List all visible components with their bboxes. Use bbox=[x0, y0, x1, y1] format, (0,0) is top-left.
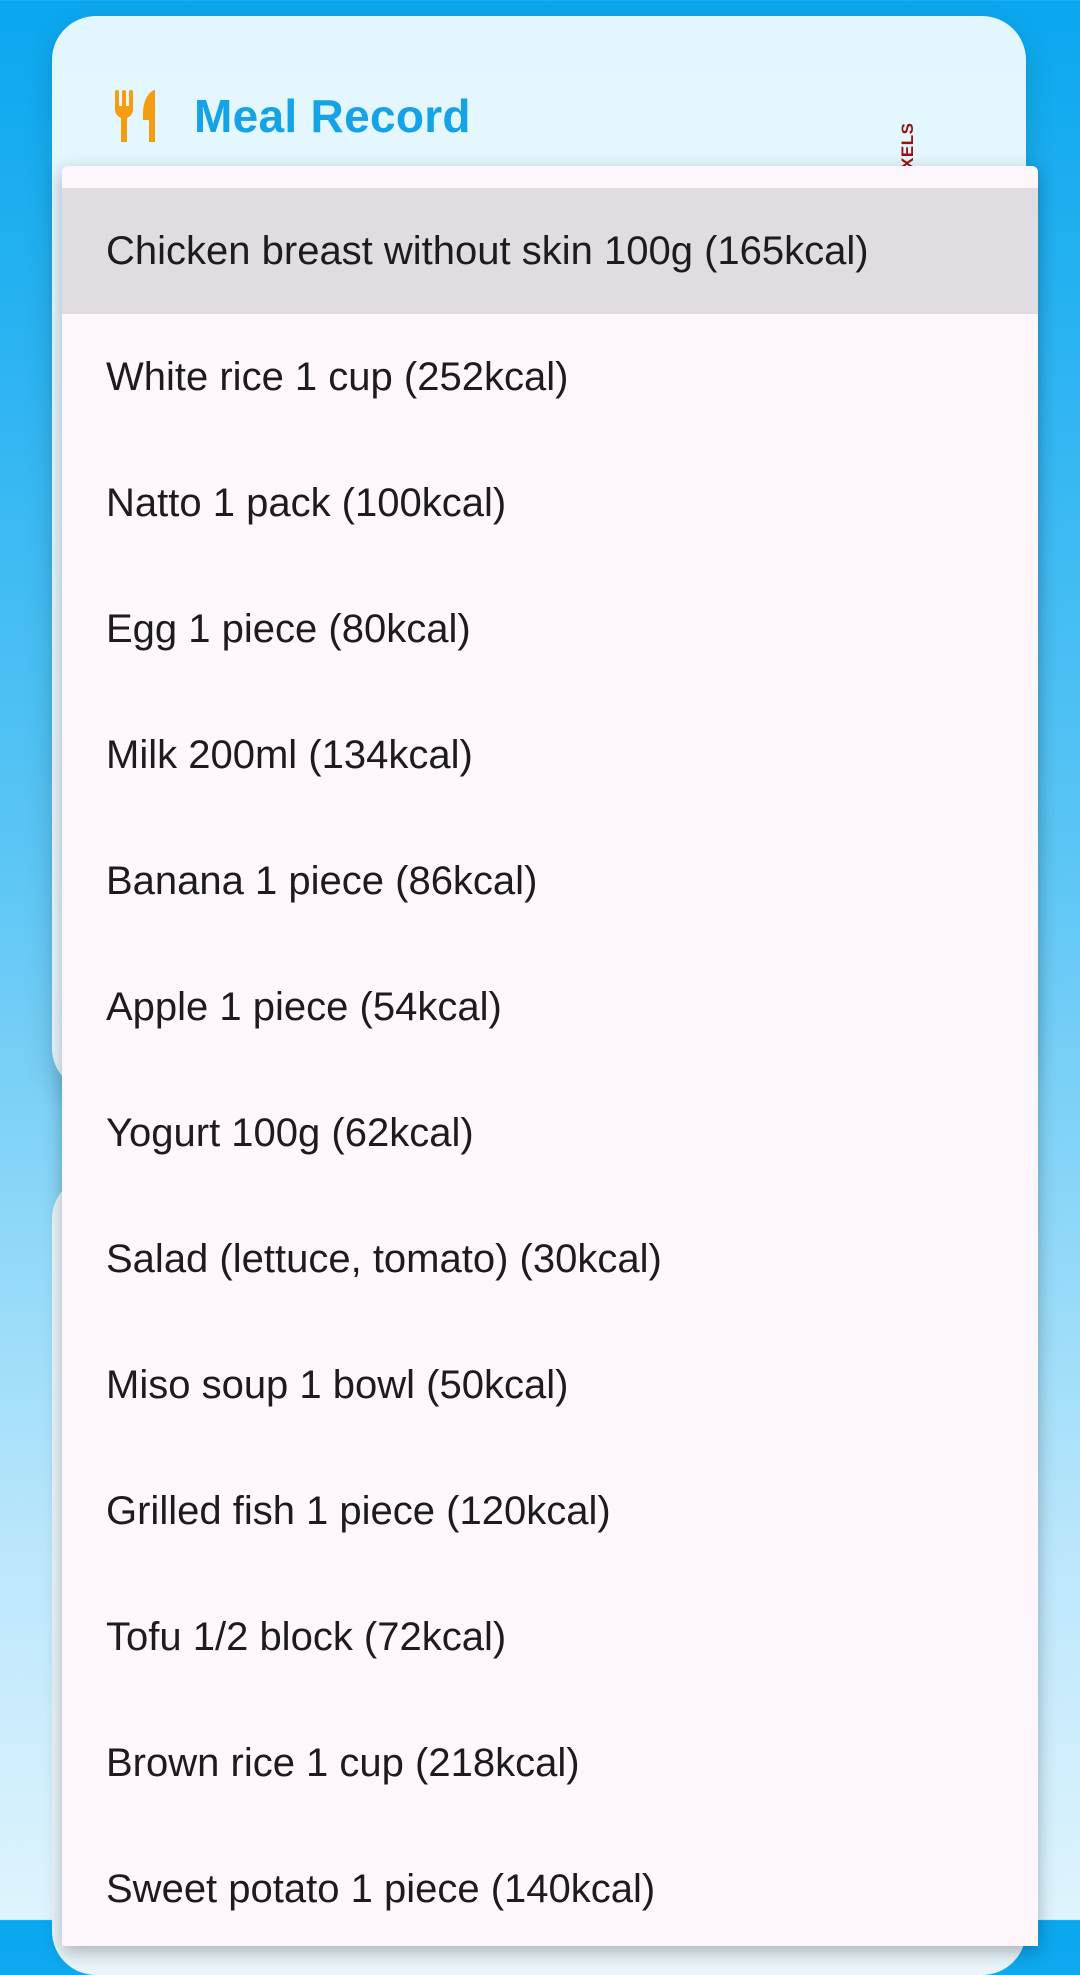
food-option[interactable]: Miso soup 1 bowl (50kcal) bbox=[62, 1322, 1038, 1448]
food-option[interactable]: Salad (lettuce, tomato) (30kcal) bbox=[62, 1196, 1038, 1322]
food-option[interactable]: Natto 1 pack (100kcal) bbox=[62, 440, 1038, 566]
food-option[interactable]: Brown rice 1 cup (218kcal) bbox=[62, 1700, 1038, 1826]
fork-knife-icon bbox=[115, 90, 155, 142]
food-option[interactable]: Chicken breast without skin 100g (165kca… bbox=[62, 188, 1038, 314]
food-option[interactable]: Sweet potato 1 piece (140kcal) bbox=[62, 1826, 1038, 1946]
food-option[interactable]: Milk 200ml (134kcal) bbox=[62, 692, 1038, 818]
food-option[interactable]: Grilled fish 1 piece (120kcal) bbox=[62, 1448, 1038, 1574]
food-option[interactable]: Banana 1 piece (86kcal) bbox=[62, 818, 1038, 944]
card-header: Meal Record bbox=[112, 71, 471, 161]
page-title: Meal Record bbox=[194, 90, 471, 142]
food-option[interactable]: Apple 1 piece (54kcal) bbox=[62, 944, 1038, 1070]
food-dropdown-menu[interactable]: Chicken breast without skin 100g (165kca… bbox=[62, 166, 1038, 1946]
food-option[interactable]: Yogurt 100g (62kcal) bbox=[62, 1070, 1038, 1196]
food-option[interactable]: White rice 1 cup (252kcal) bbox=[62, 314, 1038, 440]
food-option[interactable]: Egg 1 piece (80kcal) bbox=[62, 566, 1038, 692]
food-options-list: Chicken breast without skin 100g (165kca… bbox=[62, 188, 1038, 1946]
food-option[interactable]: Tofu 1/2 block (72kcal) bbox=[62, 1574, 1038, 1700]
